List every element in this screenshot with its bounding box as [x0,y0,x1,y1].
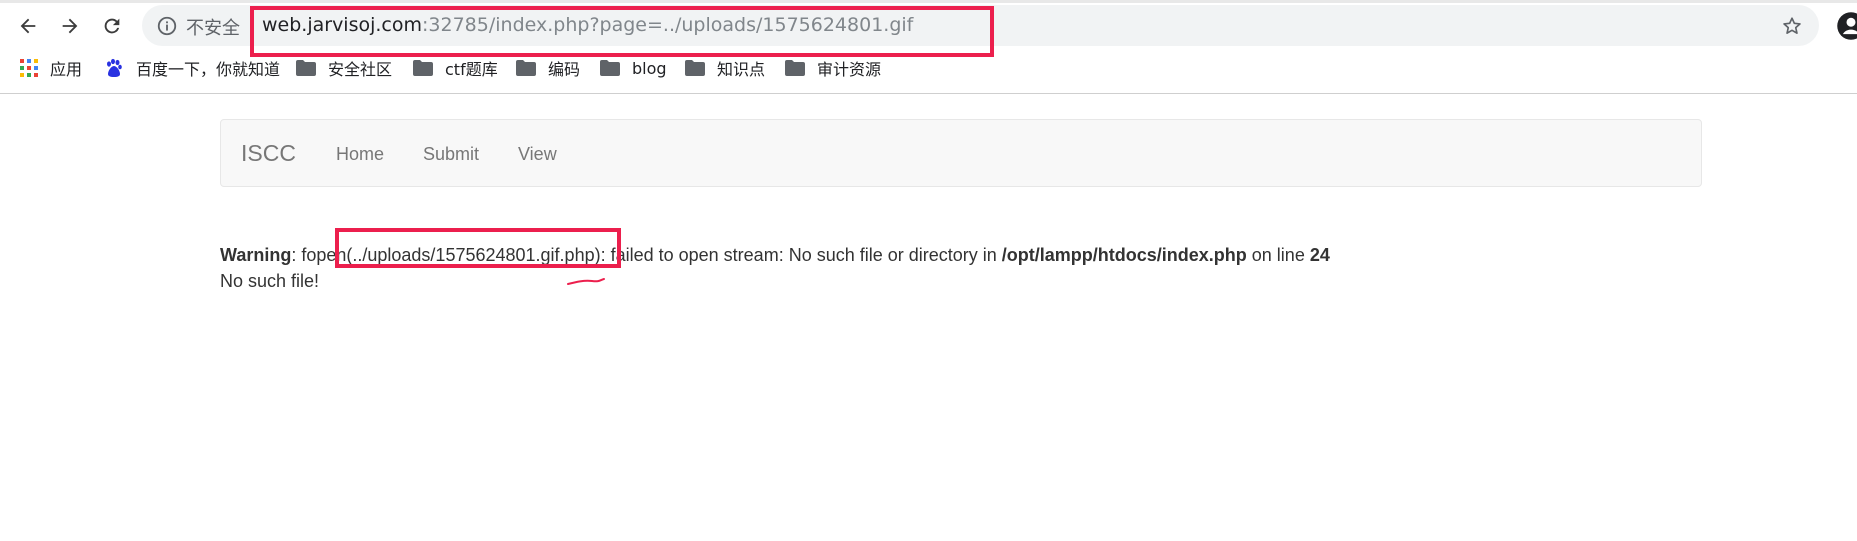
folder-icon [600,60,620,76]
bookmark-label: ctf题库 [445,60,498,79]
bookmark-label: 应用 [50,60,83,79]
folder-icon [516,60,536,76]
reload-button[interactable] [94,8,130,44]
warning-file: /opt/lampp/htdocs/index.php [1001,245,1247,265]
bookmark-folder-knowledge[interactable]: 知识点 [685,56,765,80]
url-highlight-box [250,6,994,57]
warning-line-number: 24 [1309,245,1330,265]
reload-icon [104,18,120,34]
browser-chrome: 不安全 web.jarvisoj.com:32785/index.php?pag… [0,0,1857,94]
bookmark-folder-encoding[interactable]: 编码 [516,56,580,80]
bookmark-folder-blog[interactable]: blog [600,56,667,80]
bookmark-folder-audit[interactable]: 审计资源 [785,56,881,80]
forward-button[interactable] [52,8,88,44]
annotation-squiggle [567,278,605,285]
back-arrow-icon [20,18,36,34]
navbar-brand[interactable]: ISCC [241,140,296,167]
warning-label: Warning [220,245,292,265]
security-label[interactable]: 不安全 [186,14,240,40]
path-highlight-box [335,228,621,268]
back-button[interactable] [10,8,46,44]
info-icon[interactable] [156,15,178,37]
bookmark-folder-security[interactable]: 安全社区 [296,56,392,80]
bookmarks-bar: 应用 百度一下，你就知道 安全社区 ctf题库 编码 blog 知识点 审计资源 [0,53,1857,83]
nav-link-view[interactable]: View [518,144,557,165]
bookmark-apps[interactable]: 应用 [20,56,82,80]
apps-grid-icon [20,59,38,77]
baidu-paw-icon [107,58,122,77]
tab-strip-edge [0,0,1857,3]
bookmark-label: 百度一下，你就知道 [136,60,281,79]
folder-icon [413,60,433,76]
site-navbar: ISCC Home Submit View [220,119,1702,187]
bookmark-baidu[interactable]: 百度一下，你就知道 [104,56,280,80]
bookmark-folder-ctf[interactable]: ctf题库 [413,56,498,80]
bookmark-label: 编码 [548,60,581,79]
bookmark-label: 安全社区 [328,60,393,79]
profile-avatar-icon[interactable] [1836,11,1857,41]
folder-icon [296,60,316,76]
folder-icon [685,60,705,76]
warning-text-line: on line [1246,245,1310,265]
web-page: ISCC Home Submit View Warning: fopen(../… [0,94,1857,541]
bookmark-star-icon[interactable] [1781,15,1803,37]
forward-arrow-icon [62,18,78,34]
bookmark-label: blog [632,58,667,78]
nav-link-home[interactable]: Home [336,144,384,165]
bookmark-label: 知识点 [717,60,766,79]
bookmark-label: 审计资源 [817,60,882,79]
nav-link-submit[interactable]: Submit [423,144,479,165]
folder-icon [785,60,805,76]
no-such-file-text: No such file! [220,271,320,291]
warning-text-middle: ): failed to open stream: No such file o… [594,245,1002,265]
